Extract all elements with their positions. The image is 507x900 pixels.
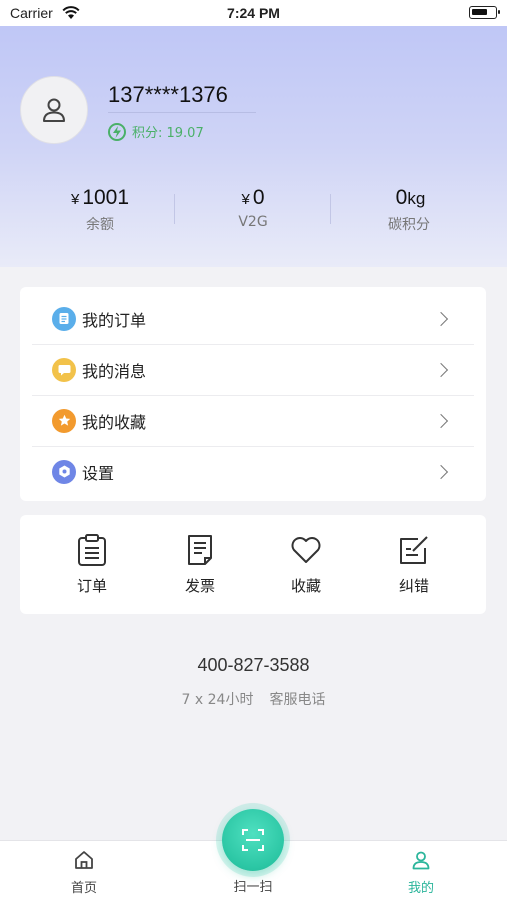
quick-action-label: 订单 [76, 577, 107, 595]
stat-divider [174, 194, 175, 224]
stat-label: V2G [238, 214, 268, 230]
invoice-icon [160, 533, 240, 567]
chevron-right-icon [433, 413, 449, 428]
menu-item-favorites[interactable]: 我的收藏 [32, 395, 474, 446]
chevron-right-icon [433, 311, 449, 326]
stat-value: 0 [395, 186, 408, 209]
clipboard-icon [52, 533, 132, 567]
stat-value: 1001 [82, 186, 130, 209]
user-icon [381, 849, 461, 871]
stat-balance[interactable]: ¥1001 余额 [35, 186, 165, 234]
user-icon [43, 98, 65, 122]
stat-v2g[interactable]: ¥0 V2G [188, 186, 318, 230]
avatar[interactable] [20, 76, 88, 144]
menu-item-messages[interactable]: 我的消息 [32, 344, 474, 395]
tab-label: 首页 [70, 881, 97, 896]
service-phone[interactable]: 400-827-3588 [0, 655, 507, 676]
menu-card: 我的订单 我的消息 我的收藏 设置 [20, 287, 486, 501]
stat-carbon[interactable]: 0kg 碳积分 [344, 186, 474, 234]
message-icon [52, 357, 76, 382]
quick-action-label: 收藏 [290, 577, 321, 595]
battery-icon [469, 6, 500, 19]
chevron-right-icon [433, 362, 449, 377]
tab-mine[interactable]: 我的 [381, 849, 461, 896]
tab-label: 我的 [407, 881, 434, 896]
lightning-icon [108, 122, 126, 141]
menu-item-label: 设置 [82, 463, 115, 483]
status-bar: Carrier 7:24 PM [0, 0, 507, 26]
menu-item-label: 我的收藏 [82, 412, 147, 432]
stats-row: ¥1001 余额 ¥0 V2G 0kg 碳积分 [0, 186, 507, 242]
quick-action-label: 纠错 [398, 577, 429, 595]
stat-value: 0 [252, 186, 265, 209]
stat-unit: kg [407, 189, 426, 208]
menu-item-settings[interactable]: 设置 [32, 446, 474, 497]
home-icon [44, 849, 124, 871]
scan-button[interactable] [222, 809, 284, 871]
scan-label: 扫一扫 [233, 880, 273, 895]
tab-home[interactable]: 首页 [44, 849, 124, 896]
quick-action-label: 发票 [184, 577, 215, 595]
stat-divider [330, 194, 331, 224]
settings-icon [52, 459, 76, 484]
heart-icon [266, 533, 346, 567]
menu-item-label: 我的消息 [82, 361, 147, 381]
quick-actions-card: 订单 发票 收藏 纠错 [20, 515, 486, 614]
stat-label: 余额 [86, 217, 114, 233]
stat-currency: ¥ [241, 191, 250, 208]
user-phone: 137****1376 [108, 82, 256, 113]
points-row[interactable]: 积分: 19.07 [108, 122, 204, 141]
quick-action-orders[interactable]: 订单 [52, 533, 132, 596]
stat-label: 碳积分 [388, 217, 430, 233]
edit-icon [374, 533, 454, 567]
points-label: 积分: 19.07 [132, 126, 204, 141]
menu-item-label: 我的订单 [82, 310, 147, 330]
quick-action-invoice[interactable]: 发票 [160, 533, 240, 596]
status-time: 7:24 PM [227, 5, 280, 21]
scan-icon [242, 829, 264, 851]
quick-action-favorites[interactable]: 收藏 [266, 533, 346, 596]
star-icon [52, 408, 76, 433]
service-hours: 7 x 24小时 [181, 692, 254, 708]
service-info: 7 x 24小时 客服电话 [0, 689, 507, 709]
order-icon [52, 306, 76, 331]
menu-item-orders[interactable]: 我的订单 [32, 293, 474, 344]
chevron-right-icon [433, 464, 449, 479]
quick-action-correction[interactable]: 纠错 [374, 533, 454, 596]
stat-currency: ¥ [70, 191, 80, 208]
service-label: 客服电话 [269, 692, 326, 708]
